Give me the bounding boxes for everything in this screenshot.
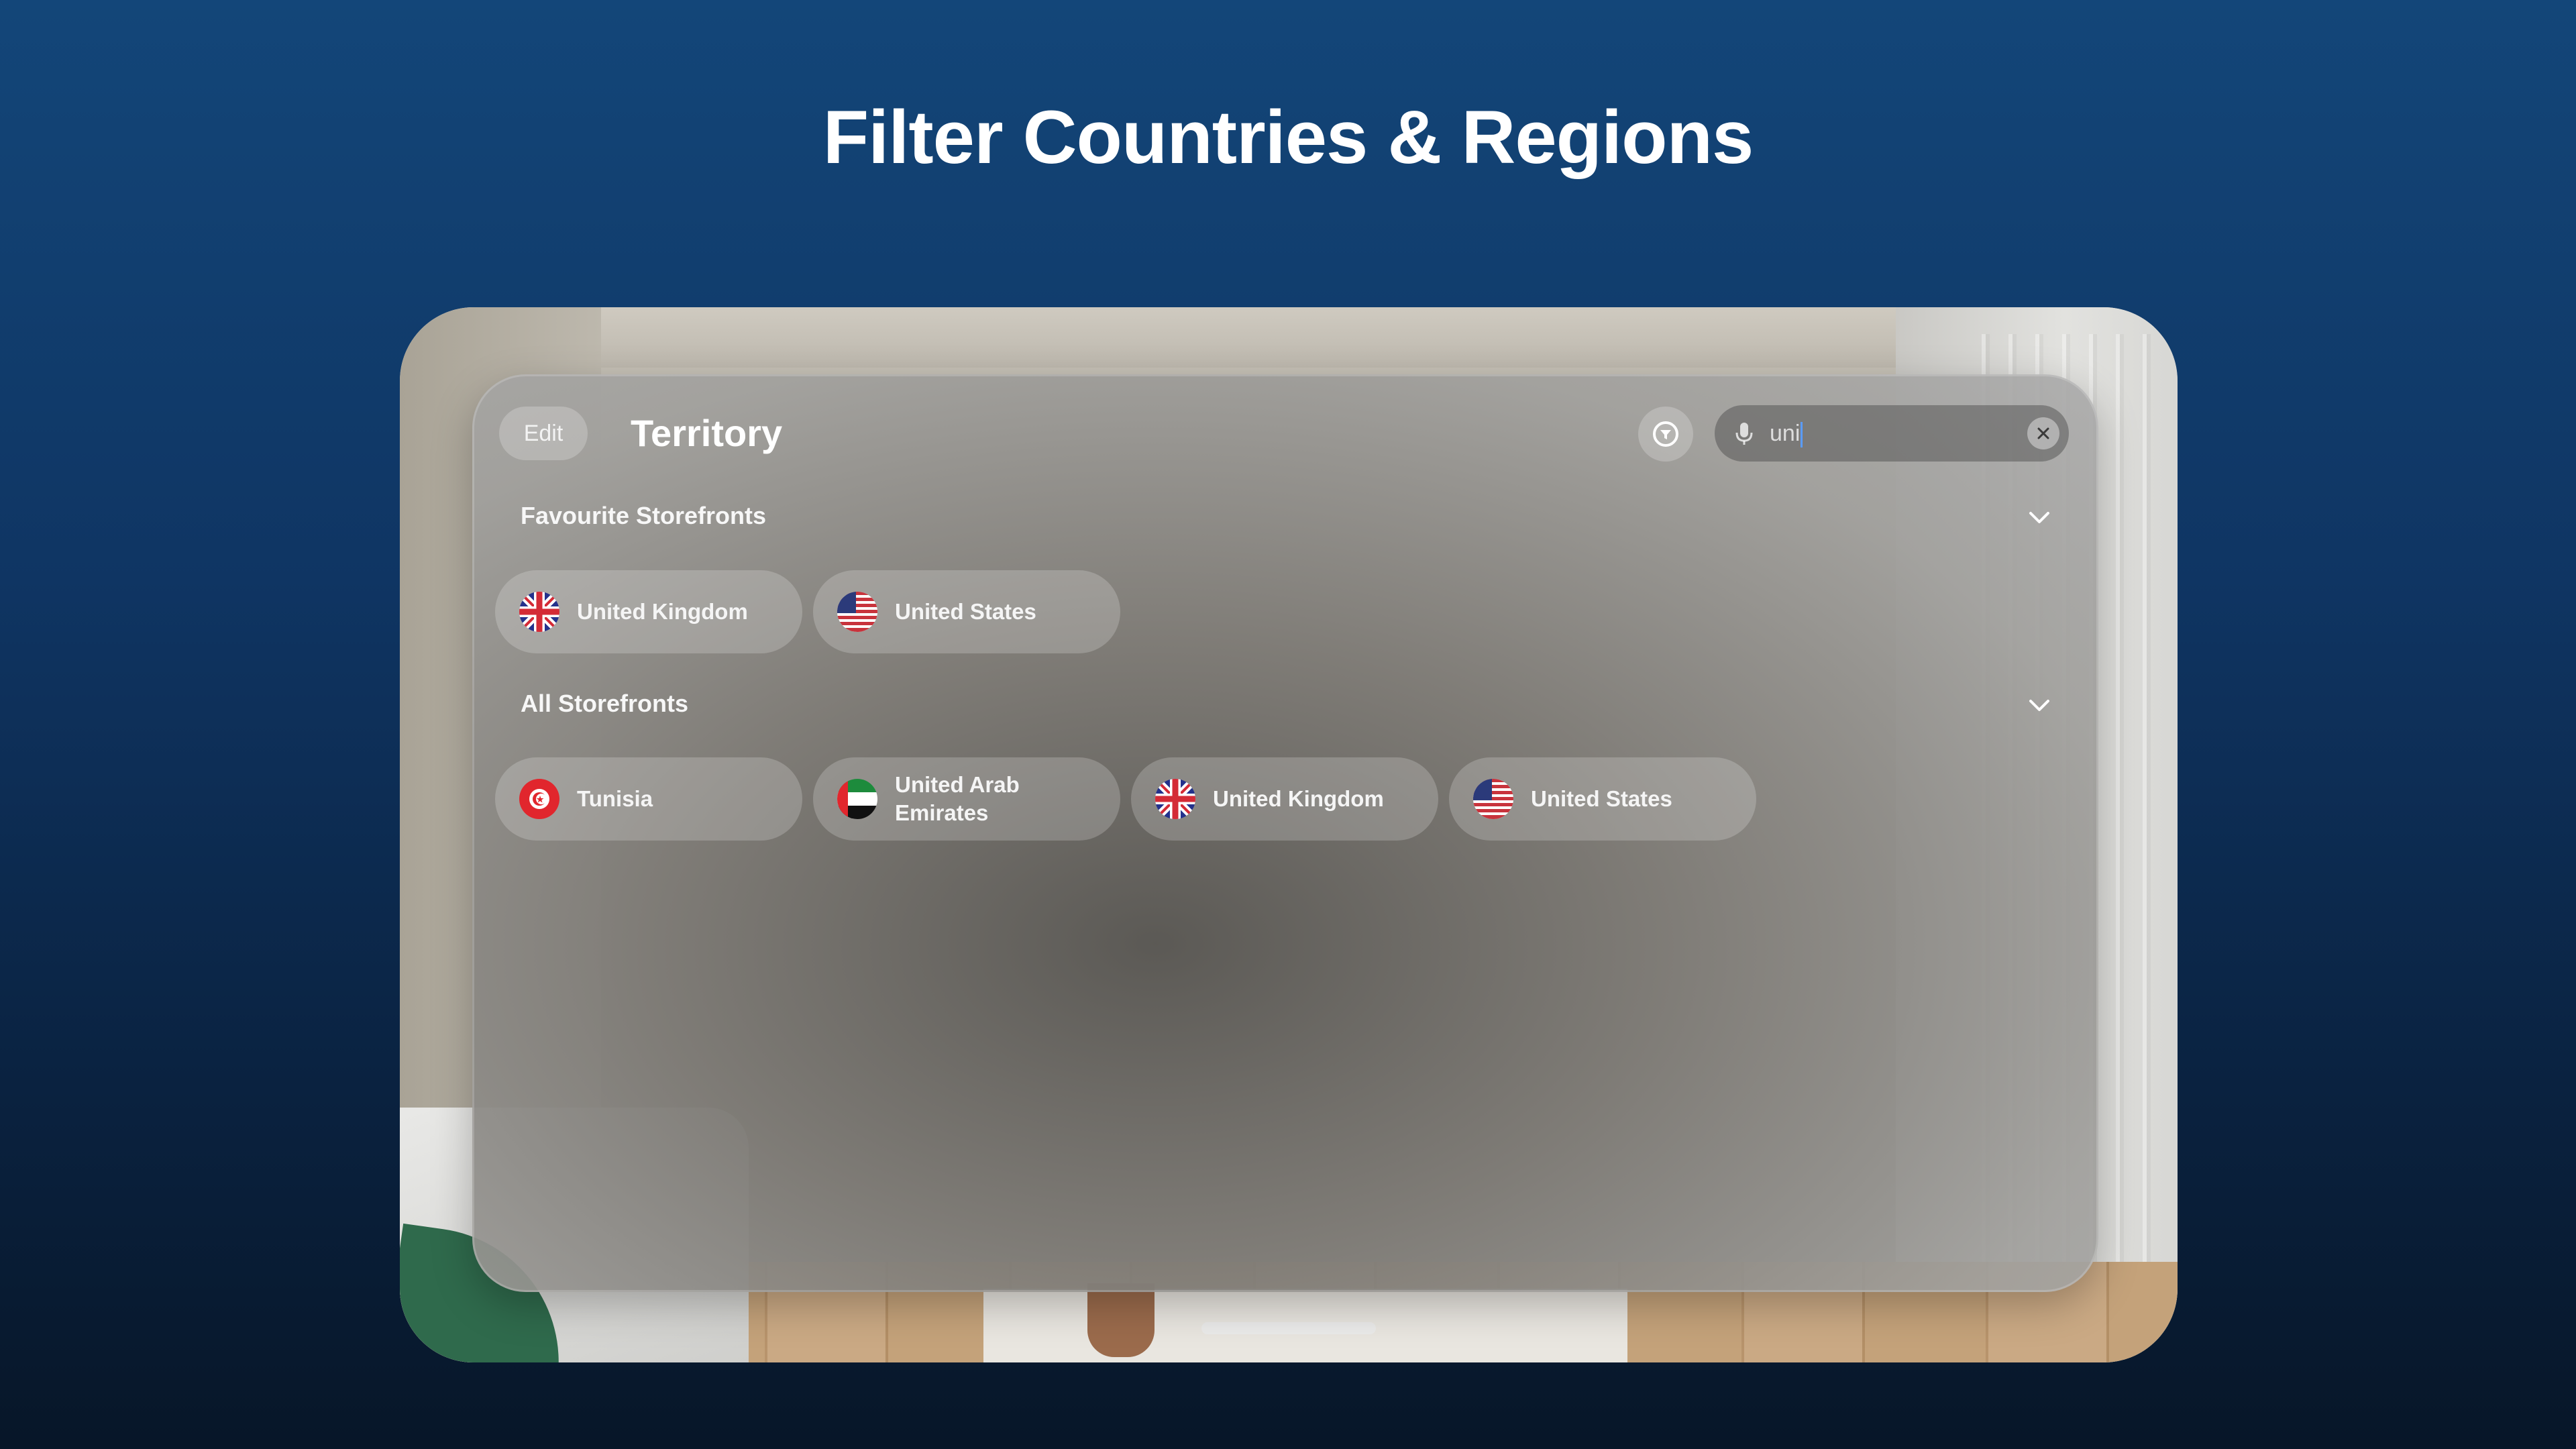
favourite-chip-united-kingdom[interactable]: United Kingdom xyxy=(495,570,802,653)
window-grabber-bar[interactable] xyxy=(1201,1322,1376,1334)
filter-circle-icon xyxy=(1653,421,1678,447)
storefront-chip-tunisia[interactable]: Tunisia xyxy=(495,757,802,841)
chevron-down-icon[interactable] xyxy=(2025,503,2053,531)
edit-button[interactable]: Edit xyxy=(499,407,588,460)
search-field[interactable]: uni xyxy=(1715,405,2069,462)
chip-label: Tunisia xyxy=(577,786,653,811)
us-flag-icon xyxy=(837,592,877,632)
chip-label: United States xyxy=(1531,786,1672,811)
filter-button[interactable] xyxy=(1638,407,1693,462)
uae-flag-icon xyxy=(837,779,877,819)
microphone-icon[interactable] xyxy=(1729,419,1759,448)
favourites-section-title: Favourite Storefronts xyxy=(521,502,767,529)
clear-search-button[interactable] xyxy=(2027,417,2059,449)
storefront-chip-united-arab-emirates[interactable]: United Arab Emirates xyxy=(813,757,1120,841)
plant-pot xyxy=(1087,1283,1155,1357)
page-title: Filter Countries & Regions xyxy=(822,95,1754,179)
uk-flag-icon xyxy=(519,592,559,632)
chip-label: United Kingdom xyxy=(1213,786,1384,811)
all-section-title: All Storefronts xyxy=(521,690,689,717)
uk-flag-icon xyxy=(1155,779,1195,819)
favourite-chip-united-states[interactable]: United States xyxy=(813,570,1120,653)
chip-label: United Arab Emirates xyxy=(895,772,1020,825)
text-caret xyxy=(1801,422,1803,448)
window-title: Territory xyxy=(631,412,783,454)
us-flag-icon xyxy=(1473,779,1513,819)
chip-label: United States xyxy=(895,599,1036,624)
territory-window: Edit Territory uni Favourite Storefronts xyxy=(472,374,2098,1292)
visionos-room-background: Edit Territory uni Favourite Storefronts xyxy=(400,307,2178,1362)
search-input[interactable]: uni xyxy=(1770,405,1803,462)
storefront-chip-united-kingdom[interactable]: United Kingdom xyxy=(1131,757,1438,841)
xmark-icon xyxy=(2037,427,2049,439)
chip-label: United Kingdom xyxy=(577,599,748,624)
tunisia-flag-icon xyxy=(519,779,559,819)
storefront-chip-united-states[interactable]: United States xyxy=(1449,757,1756,841)
chevron-down-icon[interactable] xyxy=(2025,691,2053,719)
